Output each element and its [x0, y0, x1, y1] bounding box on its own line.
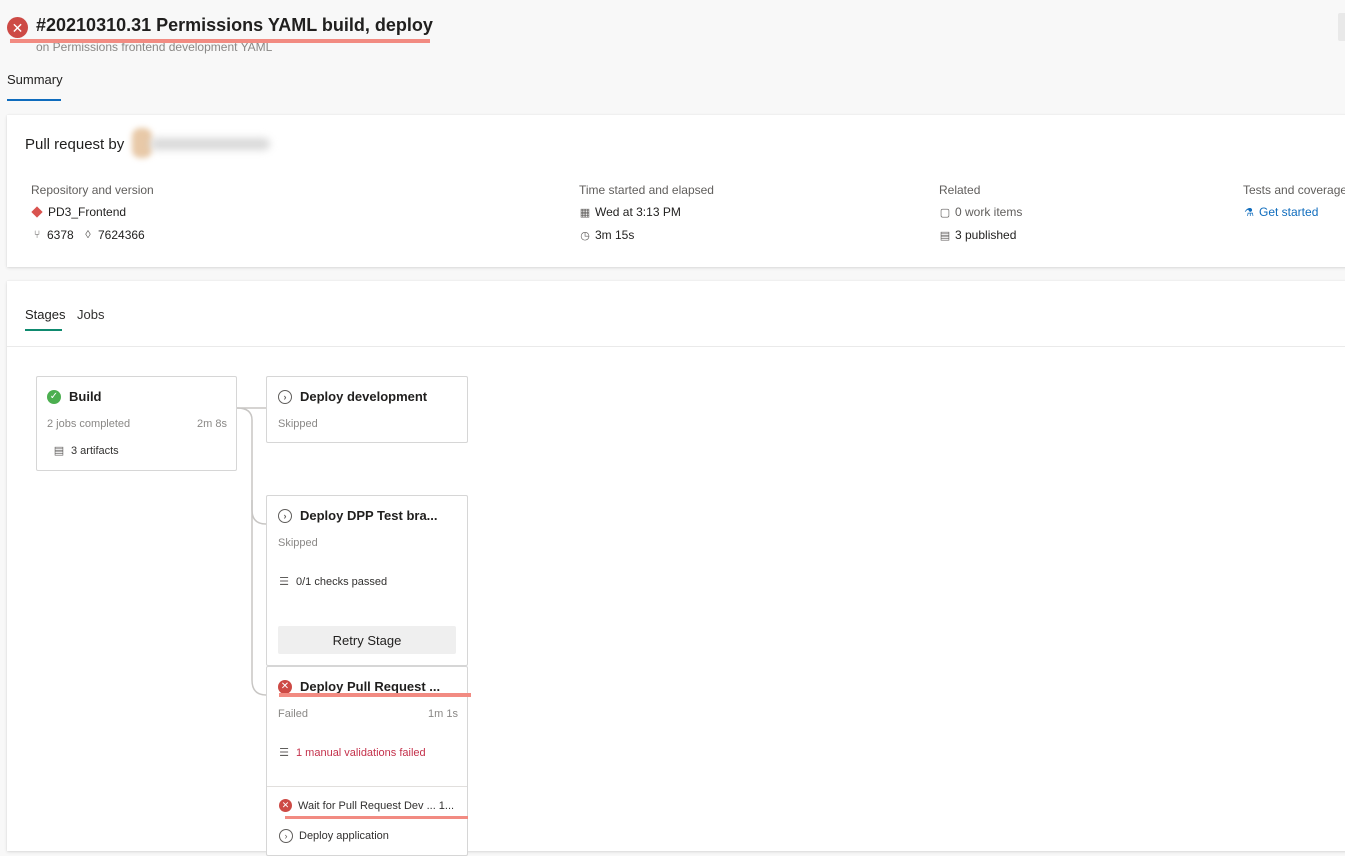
stage-deploy-pull-request-title: ✕ Deploy Pull Request ... — [278, 679, 440, 694]
stage-jobs-separator — [267, 786, 467, 787]
job-deploy-application[interactable]: › Deploy application — [279, 829, 389, 843]
retry-stage-button[interactable]: Retry Stage — [278, 626, 456, 654]
highlight-underline-stage — [279, 693, 471, 697]
failed-icon: ✕ — [279, 799, 292, 812]
stage-deploy-pull-request-validation-text: 1 manual validations failed — [296, 746, 426, 759]
checklist-icon: ☰ — [279, 747, 289, 759]
stage-build-artifacts-text: 3 artifacts — [71, 444, 119, 457]
checklist-icon: ☰ — [279, 576, 289, 588]
artifact-icon: ▤ — [53, 445, 65, 457]
highlight-underline-job — [285, 816, 468, 819]
stage-build-jobs: 2 jobs completed — [47, 418, 131, 430]
stage-deploy-dpp-checks[interactable]: ☰ 0/1 checks passed — [278, 575, 388, 589]
stage-deploy-development-title: › Deploy development — [278, 389, 427, 404]
stage-build-artifacts-link[interactable]: ▤ 3 artifacts — [53, 444, 119, 458]
job-wait-for-pull-request[interactable]: ✕ Wait for Pull Request Dev ... 1... — [279, 799, 454, 812]
stage-deploy-dpp-status: Skipped — [278, 537, 318, 549]
stage-deploy-pull-request-validation[interactable]: ☰ 1 manual validations failed — [278, 746, 426, 760]
stage-deploy-pull-request-name: Deploy Pull Request ... — [300, 679, 441, 694]
job-deploy-application-label: Deploy application — [299, 830, 389, 842]
stage-build-title: ✓ Build — [47, 389, 102, 404]
skipped-icon: › — [278, 508, 292, 523]
skipped-icon: › — [279, 829, 293, 843]
stage-deploy-dpp-checks-text: 0/1 checks passed — [296, 575, 388, 588]
stage-build-duration: 2m 8s — [197, 418, 227, 430]
failed-icon: ✕ — [278, 679, 292, 694]
stage-deploy-development[interactable] — [266, 376, 468, 443]
stage-deploy-dpp-title: › Deploy DPP Test bra... — [278, 508, 438, 523]
stage-deploy-development-status: Skipped — [278, 418, 318, 430]
stage-deploy-development-name: Deploy development — [300, 389, 428, 404]
skipped-icon: › — [278, 389, 292, 404]
success-icon: ✓ — [47, 389, 61, 404]
stage-deploy-pull-request-duration: 1m 1s — [428, 708, 458, 720]
stage-build-name: Build — [69, 389, 102, 404]
stage-deploy-dpp-name: Deploy DPP Test bra... — [300, 508, 438, 523]
stage-deploy-pull-request-status: Failed — [278, 708, 308, 720]
job-wait-label: Wait for Pull Request Dev ... 1... — [298, 799, 455, 812]
